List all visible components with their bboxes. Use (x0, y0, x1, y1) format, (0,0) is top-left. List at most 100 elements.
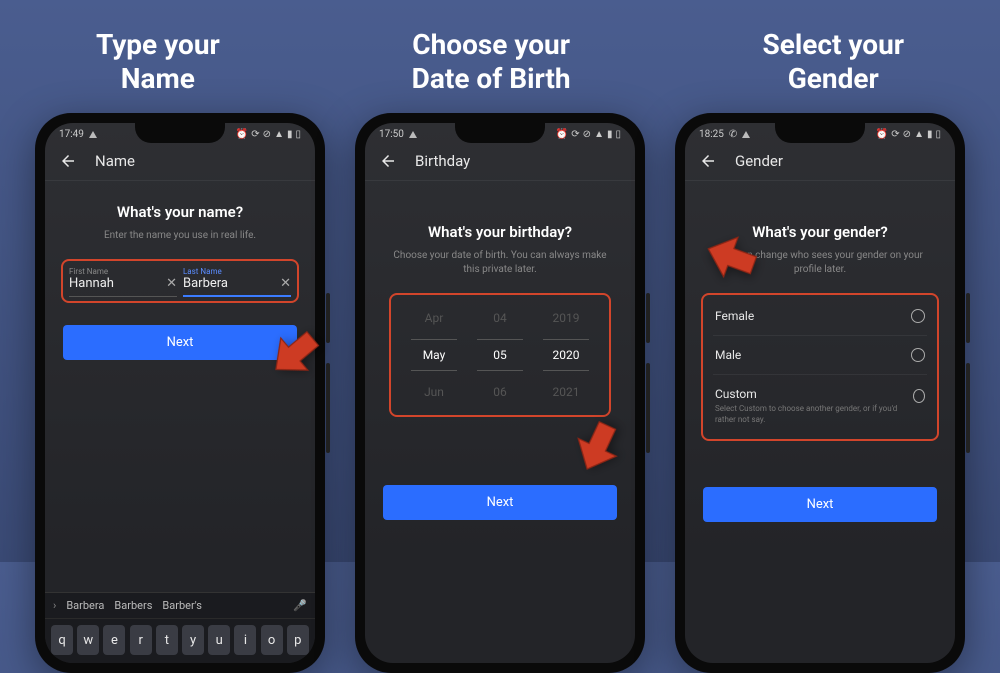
phone-row: 17:49 ⏰ ⟳ ⊘ ▲ ▮ ▯ Name What's your name? (0, 113, 1000, 673)
chevron-icon[interactable]: › (53, 599, 56, 612)
signal-icon: ▮ (287, 129, 293, 140)
clear-first-icon[interactable]: ✕ (166, 276, 177, 291)
sync-icon: ⟳ (571, 129, 579, 140)
key[interactable]: o (261, 625, 283, 655)
subheading: Enter the name you use in real life. (70, 229, 290, 243)
last-name-field[interactable]: Last Name Barbera ✕ (183, 265, 291, 297)
radio-icon (911, 309, 925, 323)
phone-gender: 18:25 ✆ ⏰ ⟳ ⊘ ▲ ▮ ▯ Gender Wha (675, 113, 965, 673)
dnd-icon: ⊘ (263, 129, 271, 140)
status-time: 18:25 (699, 129, 724, 140)
key[interactable]: y (182, 625, 204, 655)
wifi-icon: ▲ (594, 129, 604, 140)
radio-icon (913, 389, 925, 403)
alarm-icon: ⏰ (876, 129, 888, 140)
clear-last-icon[interactable]: ✕ (280, 276, 291, 291)
date-highlight: Apr May Jun 04 05 06 2019 2020 2021 (389, 293, 611, 417)
sync-icon: ⟳ (251, 129, 259, 140)
subheading: You can change who sees your gender on y… (710, 249, 930, 277)
year-col[interactable]: 2019 2020 2021 (543, 311, 589, 399)
status-icons: ⏰ ⟳ ⊘ ▲ ▮ ▯ (556, 129, 621, 140)
year-next[interactable]: 2021 (553, 385, 580, 399)
key[interactable]: q (51, 625, 73, 655)
appbar: Name (45, 142, 315, 181)
status-time: 17:50 (379, 129, 404, 140)
gender-note: Select Custom to choose another gender, … (715, 404, 913, 425)
key[interactable]: e (103, 625, 125, 655)
gender-label: Female (715, 309, 754, 323)
sync-icon: ⟳ (891, 129, 899, 140)
last-name-label: Last Name (183, 267, 291, 276)
subheading: Choose your date of birth. You can alway… (390, 249, 610, 277)
title-1: Type your Name (96, 28, 220, 95)
status-icon (742, 131, 750, 138)
phone-birthday: 17:50 ⏰ ⟳ ⊘ ▲ ▮ ▯ Birthday What's your b (355, 113, 645, 673)
suggestion-2[interactable]: Barbers (114, 599, 152, 612)
signal-icon: ▮ (607, 129, 613, 140)
gender-custom[interactable]: Custom Select Custom to choose another g… (713, 375, 927, 437)
key[interactable]: w (77, 625, 99, 655)
back-icon[interactable] (699, 152, 717, 170)
title-row: Type your Name Choose your Date of Birth… (0, 0, 1000, 113)
first-name-field[interactable]: First Name Hannah ✕ (69, 265, 177, 297)
dnd-icon: ⊘ (903, 129, 911, 140)
gender-female[interactable]: Female (713, 297, 927, 336)
notch (135, 123, 225, 143)
key[interactable]: i (234, 625, 256, 655)
heading: What's your name? (61, 203, 299, 221)
viber-icon: ✆ (729, 129, 737, 140)
suggestion-bar: › Barbera Barbers Barber's 🎤 (45, 593, 315, 619)
wifi-icon: ▲ (274, 129, 284, 140)
back-icon[interactable] (379, 152, 397, 170)
appbar-title: Birthday (415, 152, 470, 170)
status-icon (409, 131, 417, 138)
name-highlight: First Name Hannah ✕ Last Name Barbera ✕ (61, 259, 299, 303)
heading: What's your gender? (701, 223, 939, 241)
battery-icon: ▯ (615, 129, 621, 140)
key[interactable]: p (287, 625, 309, 655)
notch (775, 123, 865, 143)
next-button[interactable]: Next (703, 487, 937, 522)
month-selected: May (411, 339, 457, 371)
suggestion-3[interactable]: Barber's (162, 599, 202, 612)
dnd-icon: ⊘ (583, 129, 591, 140)
battery-icon: ▯ (935, 129, 941, 140)
appbar: Birthday (365, 142, 635, 181)
suggestion-1[interactable]: Barbera (66, 599, 104, 612)
day-selected: 05 (477, 339, 523, 371)
screen-gender: 18:25 ✆ ⏰ ⟳ ⊘ ▲ ▮ ▯ Gender Wha (685, 123, 955, 663)
year-prev[interactable]: 2019 (553, 311, 580, 325)
screen-birthday: 17:50 ⏰ ⟳ ⊘ ▲ ▮ ▯ Birthday What's your b (365, 123, 635, 663)
gender-label: Custom (715, 387, 913, 401)
year-selected: 2020 (543, 339, 589, 371)
day-next[interactable]: 06 (493, 385, 507, 399)
key[interactable]: t (156, 625, 178, 655)
month-next[interactable]: Jun (424, 385, 444, 399)
day-prev[interactable]: 04 (493, 311, 507, 325)
month-prev[interactable]: Apr (425, 311, 444, 325)
date-picker[interactable]: Apr May Jun 04 05 06 2019 2020 2021 (395, 301, 605, 409)
title-3: Select your Gender (762, 28, 904, 95)
appbar-title: Name (95, 152, 135, 170)
next-button[interactable]: Next (63, 325, 297, 360)
gender-male[interactable]: Male (713, 336, 927, 375)
next-button[interactable]: Next (383, 485, 617, 520)
radio-icon (911, 348, 925, 362)
day-col[interactable]: 04 05 06 (477, 311, 523, 399)
appbar: Gender (685, 142, 955, 181)
status-icons: ⏰ ⟳ ⊘ ▲ ▮ ▯ (876, 129, 941, 140)
battery-icon: ▯ (295, 129, 301, 140)
status-time: 17:49 (59, 129, 84, 140)
key[interactable]: u (208, 625, 230, 655)
first-name-value: Hannah (69, 276, 114, 291)
keyboard: › Barbera Barbers Barber's 🎤 q w e r t y… (45, 592, 315, 663)
month-col[interactable]: Apr May Jun (411, 311, 457, 399)
alarm-icon: ⏰ (556, 129, 568, 140)
mic-icon[interactable]: 🎤 (293, 599, 307, 612)
wifi-icon: ▲ (914, 129, 924, 140)
gender-label: Male (715, 348, 741, 362)
key-row: q w e r t y u i o p (45, 619, 315, 663)
first-name-label: First Name (69, 267, 177, 276)
back-icon[interactable] (59, 152, 77, 170)
key[interactable]: r (130, 625, 152, 655)
